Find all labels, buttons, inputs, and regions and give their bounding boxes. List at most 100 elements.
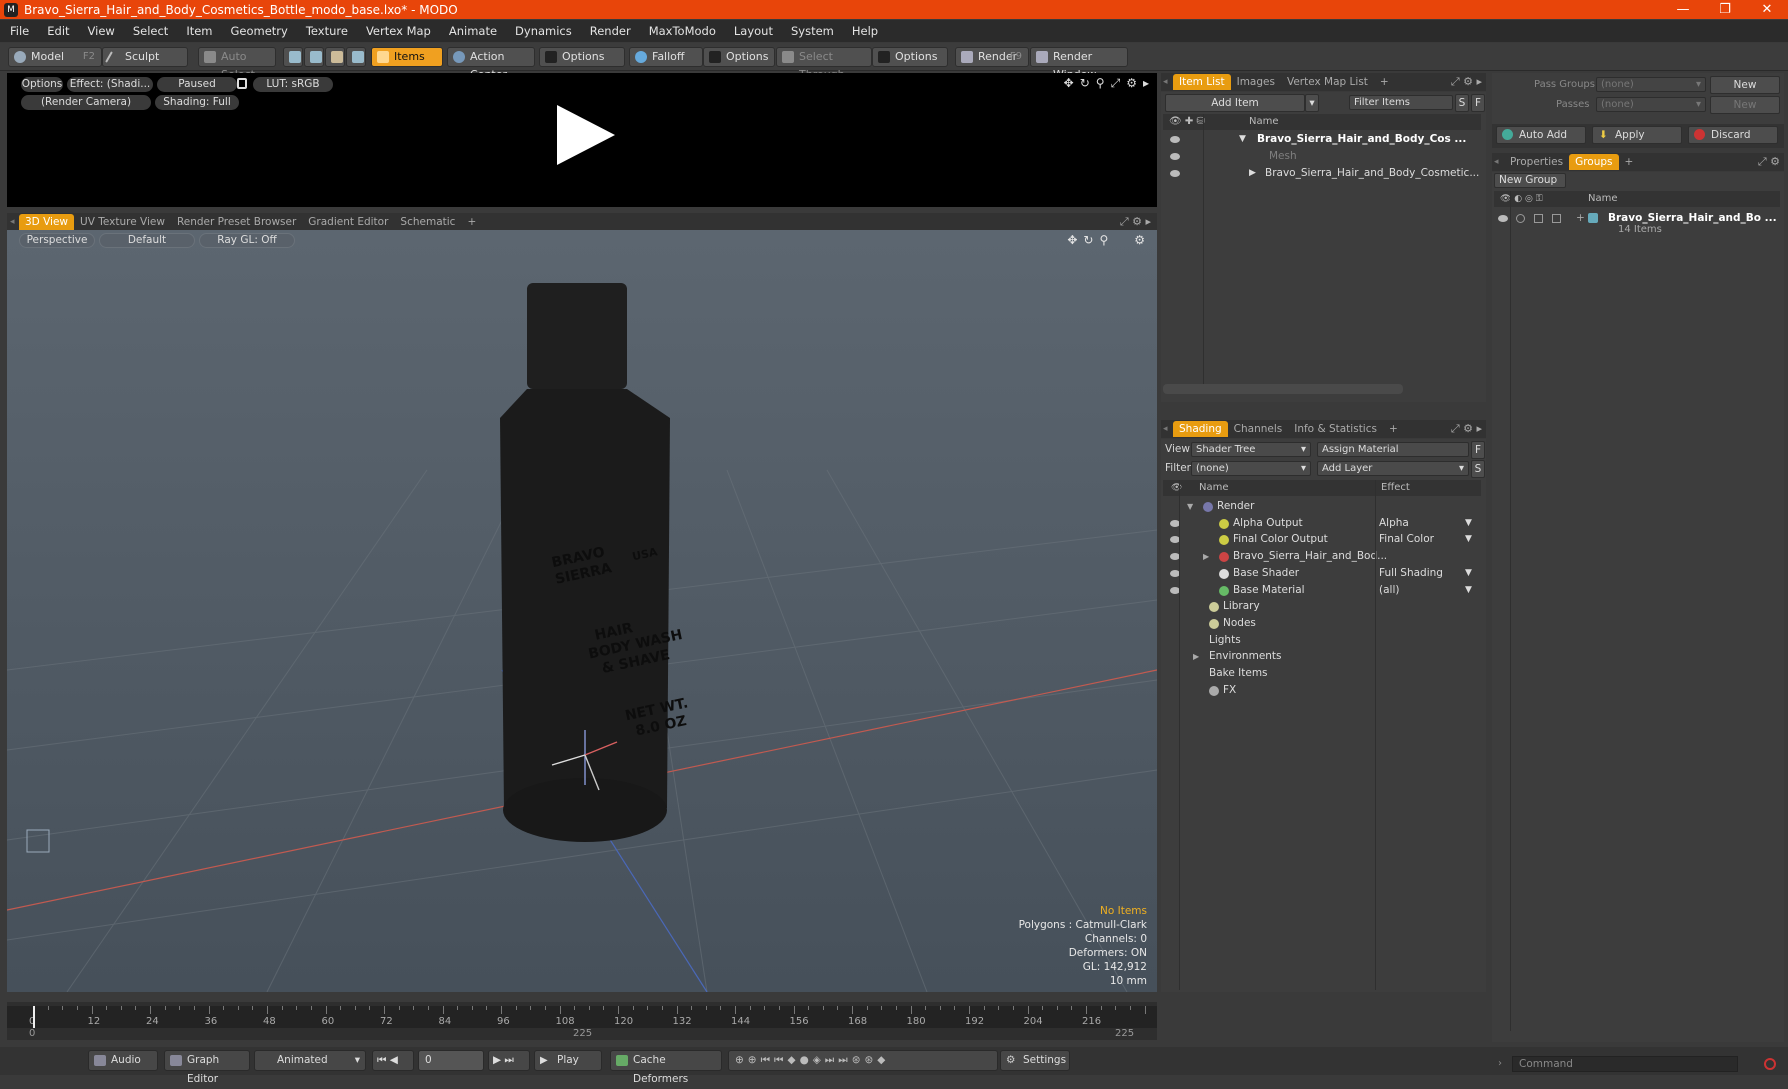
step-forward-buttons[interactable]: ▶ ⏭ (488, 1050, 530, 1071)
lock-toggle-icon[interactable] (1552, 214, 1561, 223)
chevron-down-icon[interactable]: ▼ (1465, 582, 1472, 599)
tab-info-statistics[interactable]: Info & Statistics (1288, 421, 1383, 437)
rotate-icon[interactable]: ↻ (1080, 76, 1090, 91)
panel-collapse-icon[interactable]: ◂ (7, 217, 19, 227)
visibility-eye-icon[interactable] (1170, 136, 1180, 143)
expand-plus-icon[interactable]: + (1576, 210, 1585, 227)
lock-icon[interactable] (237, 78, 247, 89)
key-tools[interactable]: ⊕⊕⏮⏮◆●◈⏭⏭⊛⊛◆ (728, 1050, 998, 1071)
shader-tree-row[interactable]: Lights (1161, 632, 1481, 649)
shader-effect-value[interactable]: Final Color (1379, 531, 1434, 548)
restore-button[interactable]: ❐ (1704, 0, 1746, 19)
select-vertices-button[interactable] (283, 47, 303, 67)
auto-select-button[interactable]: Auto Select (198, 47, 276, 81)
sculpt-mode-button[interactable]: Sculpt (102, 47, 188, 67)
shader-tree-row[interactable]: Nodes (1161, 615, 1481, 632)
shader-tree-row[interactable]: Alpha Output Alpha ▼ (1161, 515, 1481, 532)
new-pass-group-button[interactable]: New (1710, 76, 1780, 94)
add-tab-button[interactable]: + (461, 214, 482, 230)
menu-view[interactable]: View (78, 24, 123, 38)
menu-maxtomodo[interactable]: MaxToModo (639, 24, 724, 38)
arrow-right-icon[interactable]: ▸ (1143, 76, 1149, 91)
zoom-icon[interactable]: ⚲ (1099, 233, 1108, 247)
shader-tree-row[interactable]: Base Material (all) ▼ (1161, 582, 1481, 599)
itemlist-row[interactable]: ▼ Bravo_Sierra_Hair_and_Body_Cos ... (1161, 131, 1481, 148)
menu-item[interactable]: Item (176, 24, 220, 38)
menu-system[interactable]: System (781, 24, 842, 38)
maximize-icon[interactable]: ⤢ (1111, 76, 1121, 91)
shader-tree-row[interactable]: Base Shader Full Shading ▼ (1161, 565, 1481, 582)
playhead[interactable] (33, 1006, 35, 1028)
add-layer-dropdown[interactable]: Add Layer ▾ (1317, 461, 1469, 476)
chevron-down-icon[interactable]: ▼ (1465, 565, 1472, 582)
perspective-dropdown[interactable]: Perspective (19, 233, 95, 248)
itemlist-name-header[interactable]: Name (1163, 114, 1481, 130)
timeline[interactable]: 0 12 24 36 48 60 72 84 96 108 120 132 144 156 168 180 19… (7, 1002, 1157, 1040)
record-icon[interactable] (1764, 1058, 1776, 1070)
menu-animate[interactable]: Animate (439, 24, 505, 38)
viewport-tab-icons[interactable]: ⤢ ⚙ ▸ (1120, 215, 1151, 229)
itemlist-row[interactable]: ▶ Bravo_Sierra_Hair_and_Body_Cosmetic... (1161, 165, 1481, 182)
shader-tree-row[interactable]: Final Color Output Final Color ▼ (1161, 531, 1481, 548)
select-polygons-button[interactable] (325, 47, 345, 67)
menu-texture[interactable]: Texture (296, 24, 356, 38)
preview-paused-button[interactable]: Paused (157, 77, 237, 92)
render-toggle-icon[interactable] (1516, 214, 1525, 223)
visibility-eye-icon[interactable] (1170, 153, 1180, 160)
auto-add-button[interactable]: Auto Add (1496, 126, 1586, 144)
items-mode-button[interactable]: Items (371, 47, 443, 67)
tab-images[interactable]: Images (1231, 74, 1281, 90)
tab-gradient-editor[interactable]: Gradient Editor (302, 214, 394, 230)
gear-icon[interactable]: ⚙ (1126, 76, 1137, 91)
panel-collapse-icon[interactable]: ◂ (1161, 77, 1173, 87)
menu-dynamics[interactable]: Dynamics (505, 24, 580, 38)
tab-3d-view[interactable]: 3D View (19, 214, 75, 230)
falloff-button[interactable]: Falloff (629, 47, 703, 67)
horizontal-scrollbar[interactable] (1163, 384, 1403, 394)
raygl-toggle[interactable]: Ray GL: Off (199, 233, 295, 248)
shader-tree-row[interactable]: Bake Items (1161, 665, 1481, 682)
expand-arrow-icon[interactable]: ▶ (1249, 165, 1256, 182)
chevron-down-icon[interactable]: ▼ (1465, 531, 1472, 548)
orbit-icon[interactable]: ↻ (1083, 233, 1093, 247)
filter-s-button[interactable]: S (1455, 94, 1469, 112)
play-icon[interactable] (557, 105, 615, 165)
default-style-dropdown[interactable]: Default (99, 233, 195, 248)
filter-f-button[interactable]: F (1471, 94, 1485, 112)
menu-geometry[interactable]: Geometry (221, 24, 296, 38)
expand-arrow-icon[interactable]: ▼ (1239, 131, 1246, 148)
select-edges-button[interactable] (304, 47, 324, 67)
shader-effect-value[interactable]: (all) (1379, 582, 1399, 599)
new-group-button[interactable]: New Group (1494, 173, 1566, 188)
filter-items-field[interactable]: Filter Items (1349, 95, 1453, 110)
menu-select[interactable]: Select (123, 24, 176, 38)
render-button[interactable]: Render F9 (955, 47, 1029, 67)
s-button[interactable]: S (1471, 460, 1485, 478)
apply-button[interactable]: ⬇ Apply (1592, 126, 1682, 144)
audio-button[interactable]: Audio (88, 1050, 158, 1071)
falloff-options-button[interactable]: Options (703, 47, 775, 67)
discard-button[interactable]: Discard (1688, 126, 1778, 144)
select-materials-button[interactable] (346, 47, 366, 67)
pass-groups-dropdown[interactable]: (none) ▾ (1596, 77, 1706, 92)
itemlist-row[interactable]: Mesh (1161, 148, 1481, 165)
add-item-dropdown-icon[interactable]: ▾ (1305, 94, 1319, 112)
f-button[interactable]: F (1471, 441, 1485, 459)
bottle-model[interactable]: BRAVO SIERRA USA HAIR BODY WASH & SHAVE … (7, 230, 1157, 992)
tab-properties[interactable]: Properties (1504, 154, 1569, 170)
filter-dropdown[interactable]: (none) ▾ (1191, 461, 1311, 476)
shader-tree-row[interactable]: FX (1161, 682, 1481, 699)
shader-effect-value[interactable]: Full Shading (1379, 565, 1443, 582)
animated-dropdown[interactable]: Animated ▾ (254, 1050, 366, 1071)
render-camera-dropdown[interactable]: (Render Camera) (21, 95, 151, 110)
shader-tree-row[interactable]: ▶ Environments (1161, 648, 1481, 665)
panel-collapse-icon[interactable]: ◂ (1161, 424, 1173, 434)
expand-arrow-icon[interactable]: ▼ (1187, 498, 1193, 515)
render-preview[interactable]: Options Effect: (Shadi... Paused LUT: sR… (7, 73, 1157, 207)
tab-item-list[interactable]: Item List (1173, 74, 1231, 90)
action-center-options-button[interactable]: Options (539, 47, 625, 67)
tab-render-preset-browser[interactable]: Render Preset Browser (171, 214, 302, 230)
tab-shading[interactable]: Shading (1173, 421, 1228, 437)
preview-effect-dropdown[interactable]: Effect: (Shadi... (67, 77, 153, 92)
panel-collapse-icon[interactable]: ◂ (1492, 157, 1504, 167)
